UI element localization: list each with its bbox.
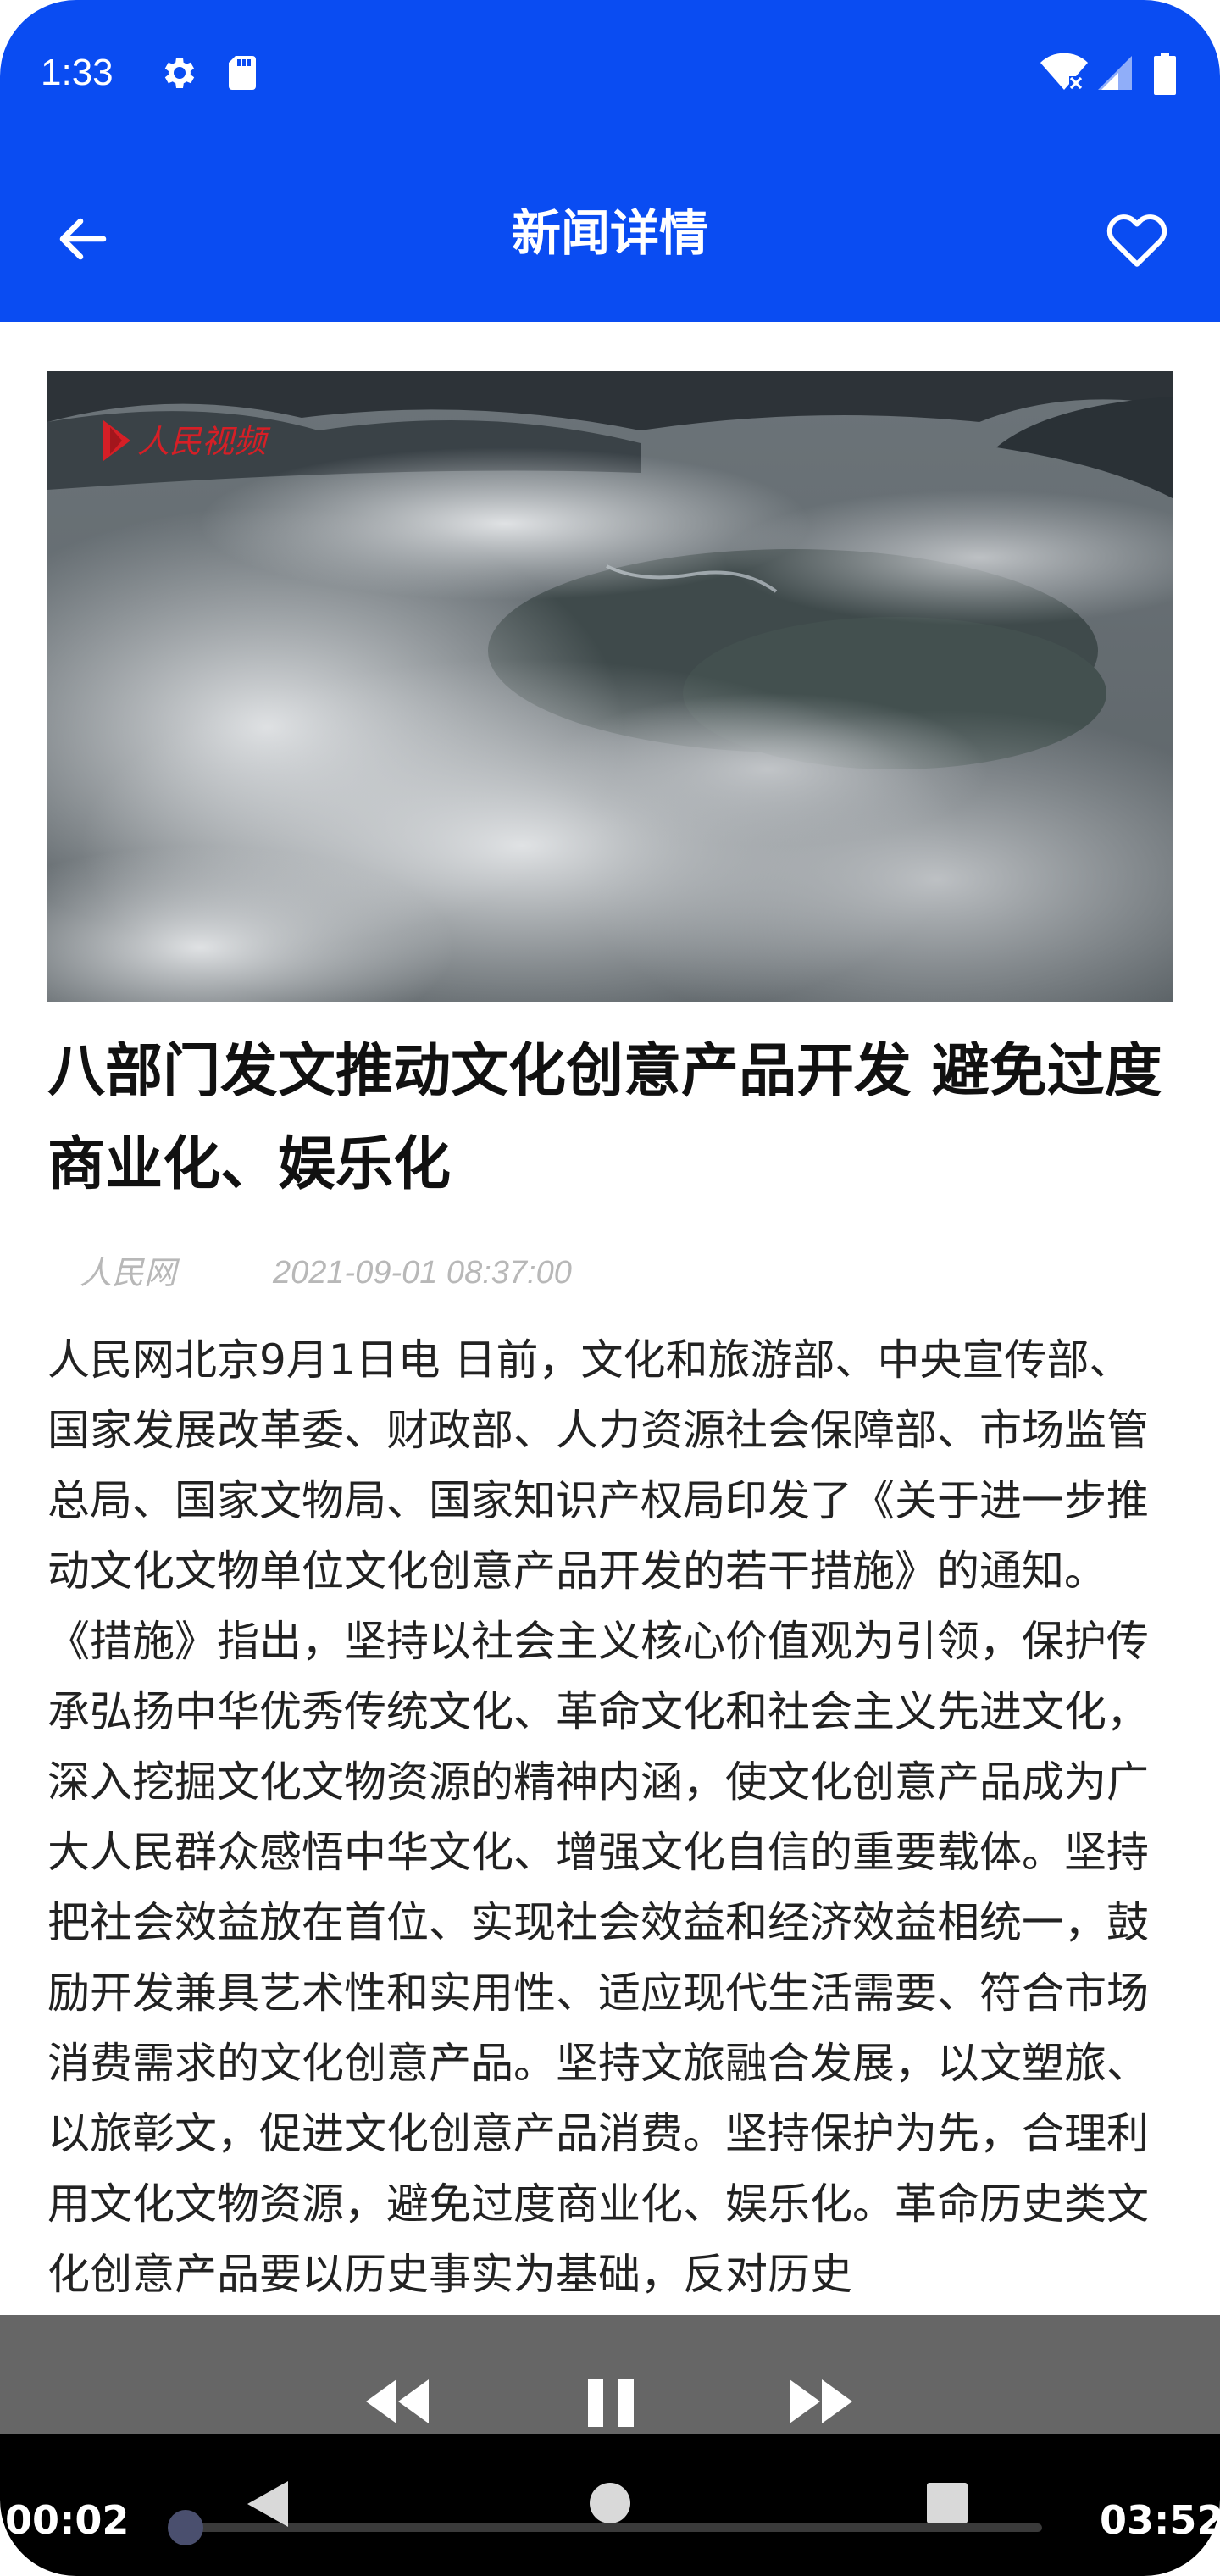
current-time: 00:02 [5, 2497, 130, 2543]
total-time: 03:52 [1100, 2497, 1220, 2543]
rewind-icon[interactable] [363, 2376, 432, 2430]
article-paragraph: 《措施》指出，坚持以社会主义核心价值观为引领，保护传承弘扬中华优秀传统文化、革命… [47, 1617, 1149, 2299]
status-time: 1:33 [41, 52, 114, 93]
article-title: 八部门发文推动文化创意产品开发 避免过度商业化、娱乐化 [47, 1038, 1162, 1198]
back-arrow-icon[interactable] [53, 208, 114, 273]
signal-icon [1095, 53, 1132, 97]
fast-forward-icon[interactable] [786, 2376, 856, 2430]
svg-text:人民视频: 人民视频 [137, 423, 271, 460]
gear-icon [158, 53, 198, 97]
seek-thumb[interactable] [168, 2510, 203, 2545]
page-title: 新闻详情 [511, 204, 708, 262]
back-triangle-icon[interactable] [244, 2479, 293, 2532]
pause-icon[interactable] [585, 2378, 637, 2432]
article-paragraph: 人民网北京9月1日电 日前，文化和旅游部、中央宣传部、国家发展改革委、财政部、人… [47, 1335, 1149, 1596]
heart-icon[interactable] [1101, 203, 1173, 278]
battery-icon [1152, 53, 1178, 98]
video-player[interactable]: 人民视频 [47, 371, 1173, 1002]
article-body: 人民网北京9月1日电 日前，文化和旅游部、中央宣传部、国家发展改革委、财政部、人… [47, 1325, 1166, 2461]
article-time: 2021-09-01 08:37:00 [273, 1255, 572, 1291]
video-brand-logo: 人民视频 [103, 415, 281, 466]
recents-square-icon[interactable] [925, 2481, 969, 2529]
sd-card-icon [222, 53, 263, 97]
wifi-icon [1040, 53, 1088, 97]
home-circle-icon[interactable] [588, 2481, 632, 2529]
article-source: 人民网 [80, 1254, 177, 1291]
